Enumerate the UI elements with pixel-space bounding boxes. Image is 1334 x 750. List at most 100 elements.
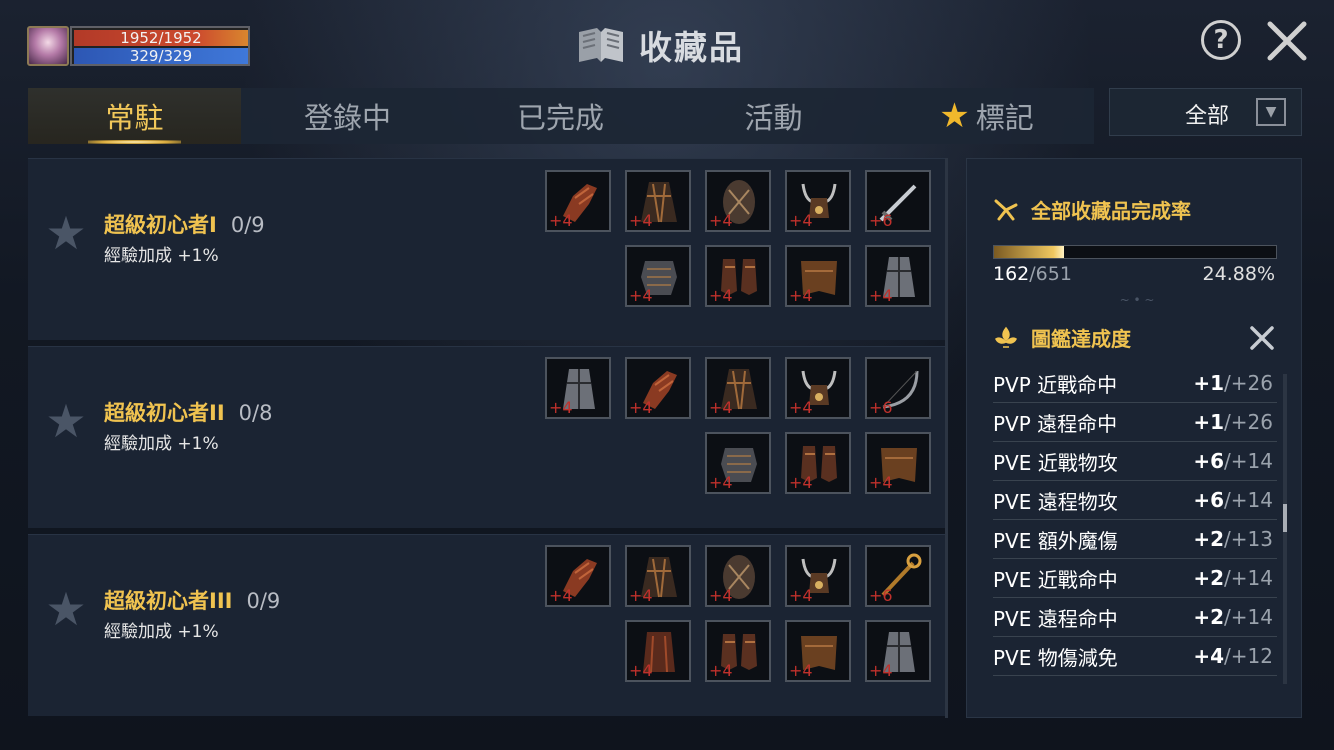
mp-bar: 329/329 [74,48,248,64]
enhance-level: +4 [549,211,573,230]
book-icon [575,24,627,66]
item-slot[interactable]: +4 [705,432,771,494]
favorite-star-icon[interactable]: ★ [44,398,88,444]
completion-title: 全部收藏品完成率 [1031,199,1191,223]
enhance-level: +4 [709,586,733,605]
item-slot[interactable]: +4 [865,432,931,494]
stat-value: +2/+13 [1193,527,1273,551]
item-slot[interactable]: +4 [865,245,931,307]
star-icon: ★ [939,96,970,136]
collection-name: 超級初心者III [104,589,233,613]
ornament-divider: ~ • ~ [1119,293,1155,307]
codex-stat-row: PVE 物傷減免 +4/+12 [993,637,1277,676]
filter-dropdown[interactable]: 全部 ▼ [1109,88,1302,136]
enhance-level: +4 [869,661,893,680]
collection-name: 超級初心者II [104,401,225,425]
tab-events[interactable]: 活動 [667,88,880,144]
item-slot[interactable]: +4 [705,620,771,682]
item-slot[interactable]: +4 [625,357,691,419]
item-slot[interactable]: +4 [705,245,771,307]
codex-close-button[interactable] [1245,321,1279,355]
tab-label: 活動 [744,101,803,135]
item-slot[interactable]: +4 [785,245,851,307]
enhance-level: +4 [629,586,653,605]
stat-label: PVP 近戰命中 [993,372,1118,397]
stat-label: PVE 物傷減免 [993,645,1118,670]
enhance-level: +4 [789,661,813,680]
completion-progress-fill [994,246,1065,258]
dropdown-arrow-icon: ▼ [1256,98,1286,126]
collection-name: 超級初心者I [104,213,217,237]
fleur-icon [995,326,1017,348]
collection-bonus: 經驗加成 +1% [104,622,219,642]
item-slot[interactable]: +4 [785,170,851,232]
item-slot[interactable]: +4 [545,170,611,232]
stat-label: PVP 遠程命中 [993,411,1118,436]
close-icon [1250,326,1274,350]
enhance-level: +4 [709,286,733,305]
filter-selected: 全部 [1185,104,1230,129]
item-slot[interactable]: +4 [785,620,851,682]
item-slot[interactable]: +4 [545,545,611,607]
codex-stat-row: PVE 遠程命中 +2/+14 [993,598,1277,637]
enhance-level: +4 [629,398,653,417]
item-slot[interactable]: +6 [865,170,931,232]
item-slot[interactable]: +4 [705,545,771,607]
enhance-level: +6 [869,398,893,417]
tab-label: 已完成 [516,101,604,135]
list-scrollbar[interactable] [945,158,948,718]
item-slot[interactable]: +4 [545,357,611,419]
collection-count: 0/8 [238,401,273,425]
enhance-level: +4 [709,211,733,230]
item-slot[interactable]: +4 [785,432,851,494]
item-slot[interactable]: +4 [785,357,851,419]
collected-count: 162 [993,263,1030,285]
item-slot[interactable]: +4 [625,170,691,232]
item-slot[interactable]: +4 [625,620,691,682]
enhance-level: +4 [709,661,733,680]
completion-progress-bar [993,245,1277,259]
codex-stat-row: PVP 近戰命中 +1/+26 [993,364,1277,403]
item-slot[interactable]: +4 [625,545,691,607]
codex-scroll-thumb[interactable] [1283,504,1287,532]
tab-registering[interactable]: 登錄中 [241,88,454,144]
status-bars: 1952/1952 329/329 [70,26,250,66]
player-avatar[interactable] [27,26,69,66]
stat-value: +4/+12 [1193,644,1273,668]
item-slot[interactable]: +6 [865,357,931,419]
stat-label: PVE 額外魔傷 [993,528,1118,553]
item-slot[interactable]: +4 [705,357,771,419]
tab-marked[interactable]: ★ 標記 [880,88,1093,144]
tab-bar: 常駐 登錄中 已完成 活動 ★ 標記 [28,88,1094,144]
enhance-level: +6 [869,211,893,230]
codex-stat-list[interactable]: PVP 近戰命中 +1/+26 PVP 遠程命中 +1/+26 PVE 近戰物攻 +6/+… [993,364,1277,686]
close-button[interactable] [1264,18,1310,64]
favorite-star-icon[interactable]: ★ [44,586,88,632]
item-slot[interactable]: +4 [865,620,931,682]
item-slot[interactable]: +4 [705,170,771,232]
stat-value: +2/+14 [1193,566,1273,590]
enhance-level: +4 [709,473,733,492]
enhance-level: +4 [629,211,653,230]
page-header: 收藏品 [575,22,744,68]
codex-stat-row: PVE 額外魔傷 +2/+13 [993,520,1277,559]
enhance-level: +4 [869,473,893,492]
completion-percent: 24.88% [1202,263,1275,285]
item-slot[interactable]: +4 [785,545,851,607]
item-slot[interactable]: +6 [865,545,931,607]
enhance-level: +4 [869,286,893,305]
stat-value: +2/+14 [1193,605,1273,629]
item-slot[interactable]: +4 [625,245,691,307]
enhance-level: +4 [629,661,653,680]
tab-permanent[interactable]: 常駐 [28,88,241,144]
stat-value: +6/+14 [1193,488,1273,512]
enhance-level: +6 [869,586,893,605]
tab-completed[interactable]: 已完成 [454,88,667,144]
summary-panel: 全部收藏品完成率 162/651 24.88% ~ • ~ 圖鑑達成度 PVP … [966,158,1302,718]
enhance-level: +4 [789,211,813,230]
help-button[interactable]: ? [1201,20,1241,60]
enhance-level: +4 [789,398,813,417]
stat-label: PVE 遠程命中 [993,606,1118,631]
stat-label: PVE 近戰命中 [993,567,1118,592]
favorite-star-icon[interactable]: ★ [44,210,88,256]
